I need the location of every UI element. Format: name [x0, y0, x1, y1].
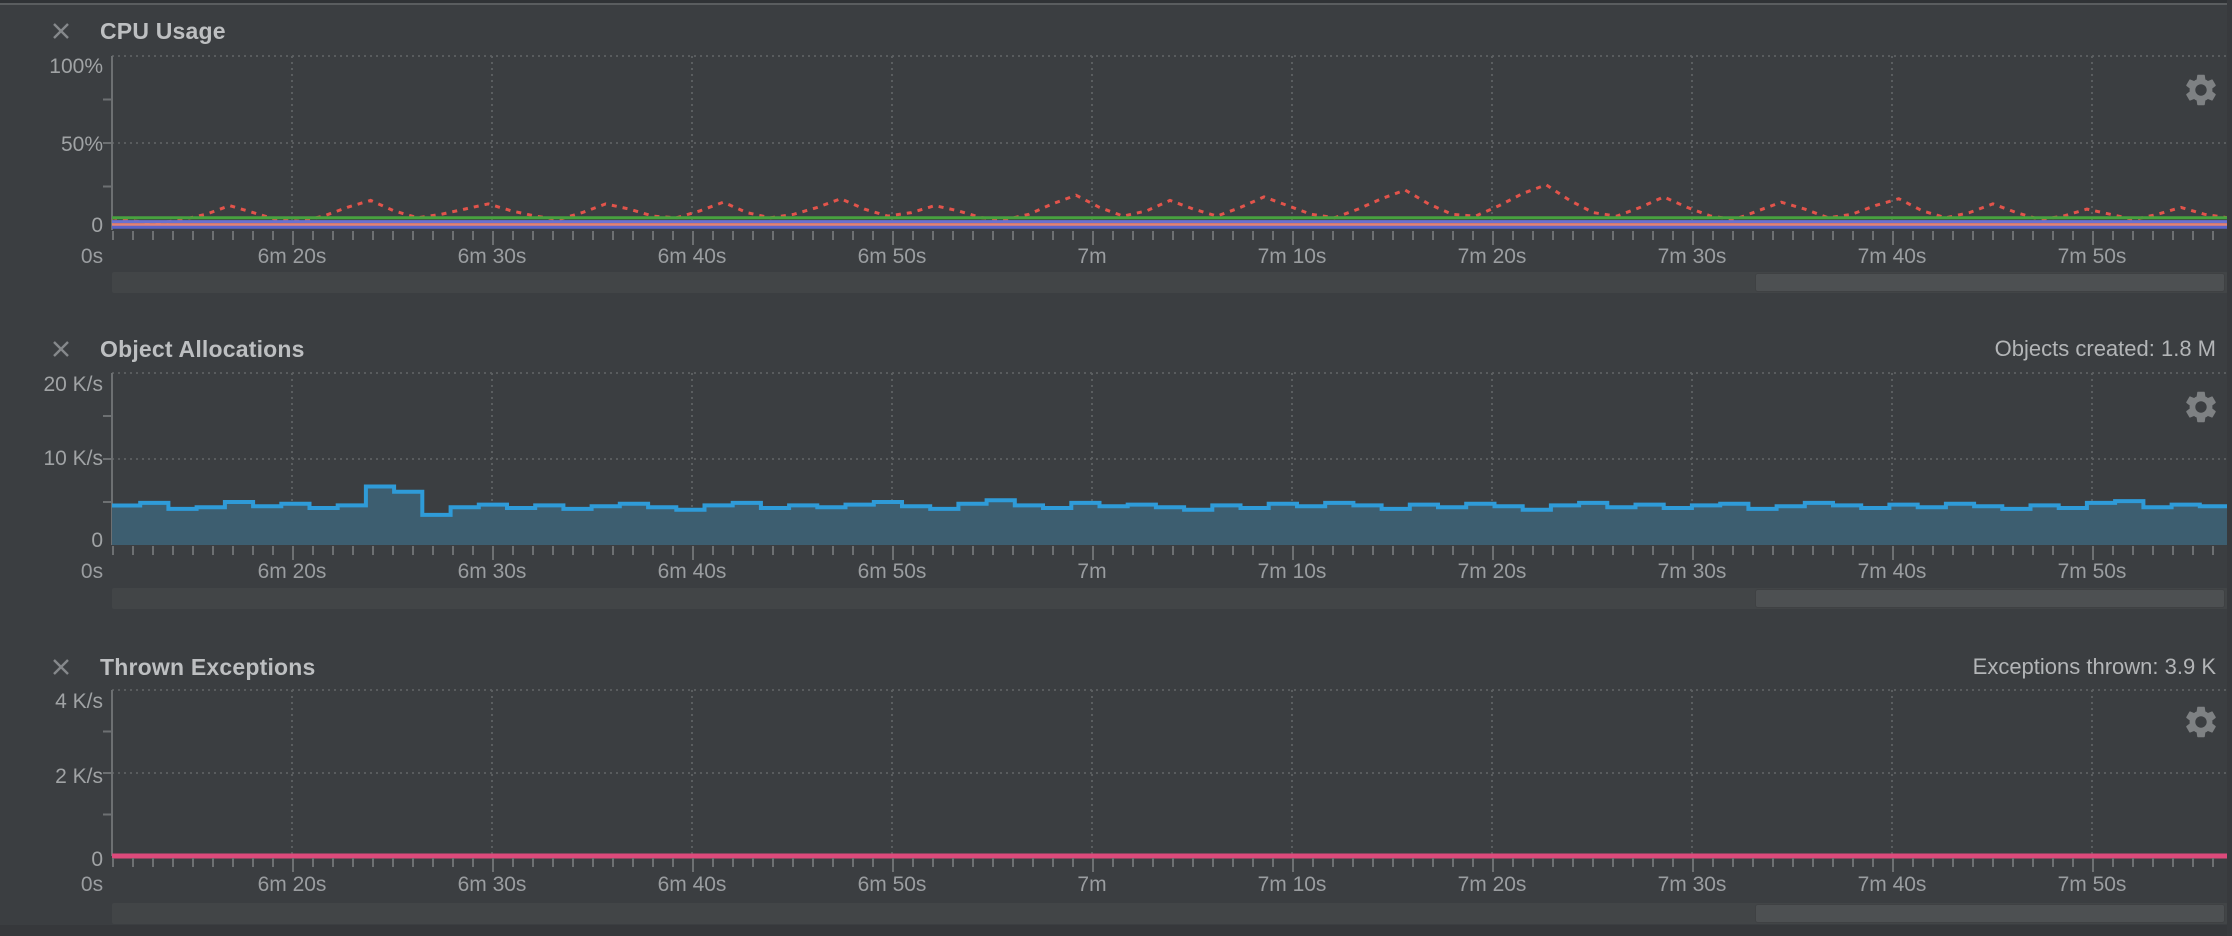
- x-axis-label: 6m 30s: [458, 244, 527, 270]
- x-axis-label: 6m 40s: [658, 559, 727, 585]
- y-axis-label: 0: [0, 847, 103, 873]
- x-axis-label: 7m 50s: [2058, 244, 2127, 270]
- settings-gear-icon[interactable]: [2182, 703, 2220, 741]
- right-edge: [2227, 0, 2232, 936]
- x-axis-label: 6m 20s: [258, 872, 327, 898]
- x-axis-label: 6m 50s: [858, 872, 927, 898]
- timeline-scrollbar[interactable]: [112, 903, 2228, 924]
- timeline-scrollbar[interactable]: [112, 588, 2228, 609]
- x-axis-label: 7m 30s: [1658, 559, 1727, 585]
- profiler-telemetry-view: CPU Usage Object Allocations Objects cre…: [0, 0, 2232, 936]
- x-axis-label: 7m 20s: [1458, 872, 1527, 898]
- x-axis-label: 6m 40s: [658, 244, 727, 270]
- object-allocations-title: Object Allocations: [100, 336, 305, 363]
- objects-created-stat: Objects created: 1.8 M: [1995, 336, 2216, 362]
- close-x-glyph: [51, 657, 71, 677]
- y-axis-label: 100%: [0, 54, 103, 80]
- x-axis-label: 7m 40s: [1858, 559, 1927, 585]
- close-icon[interactable]: [48, 18, 74, 44]
- thrown-exceptions-chart[interactable]: [103, 690, 2230, 856]
- x-axis-label: 7m 10s: [1258, 872, 1327, 898]
- y-axis-label: 10 K/s: [0, 446, 103, 472]
- y-axis-label: 2 K/s: [0, 764, 103, 790]
- x-axis-label: 6m 50s: [858, 244, 927, 270]
- y-axis-label: 20 K/s: [0, 372, 103, 398]
- x-axis-label: 7m: [1077, 244, 1106, 270]
- exceptions-thrown-stat: Exceptions thrown: 3.9 K: [1973, 654, 2216, 680]
- y-axis-label: 0: [0, 213, 103, 239]
- x-axis-label: 7m 10s: [1258, 244, 1327, 270]
- close-icon[interactable]: [48, 336, 74, 362]
- y-axis-label: 4 K/s: [0, 689, 103, 715]
- gear-glyph: [2182, 388, 2220, 426]
- close-icon[interactable]: [48, 654, 74, 680]
- x-axis-label: 7m 50s: [2058, 872, 2127, 898]
- major-ticks-row: [112, 546, 2228, 560]
- x-axis-label: 7m 30s: [1658, 872, 1727, 898]
- x-axis-label: 7m 50s: [2058, 559, 2127, 585]
- x-axis-label: 6m 30s: [458, 872, 527, 898]
- x-axis-label: 7m: [1077, 872, 1106, 898]
- x-axis-label: 0s: [81, 559, 103, 585]
- close-x-glyph: [51, 339, 71, 359]
- x-axis-label: 7m 20s: [1458, 559, 1527, 585]
- settings-gear-icon[interactable]: [2182, 388, 2220, 426]
- x-axis-label: 7m 40s: [1858, 872, 1927, 898]
- x-axis-label: 7m 40s: [1858, 244, 1927, 270]
- close-x-glyph: [51, 21, 71, 41]
- cpu-usage-title: CPU Usage: [100, 18, 226, 45]
- x-axis-label: 7m 20s: [1458, 244, 1527, 270]
- x-axis-label: 7m 10s: [1258, 559, 1327, 585]
- x-axis-label: 6m 50s: [858, 559, 927, 585]
- scrollbar-thumb[interactable]: [1755, 589, 2225, 608]
- scrollbar-thumb[interactable]: [1755, 904, 2225, 923]
- scrollbar-thumb[interactable]: [1755, 273, 2225, 292]
- object-allocations-chart[interactable]: [103, 373, 2230, 545]
- gear-glyph: [2182, 71, 2220, 109]
- x-axis-label: 0s: [81, 872, 103, 898]
- thrown-exceptions-title: Thrown Exceptions: [100, 654, 316, 681]
- x-axis-label: 6m 20s: [258, 559, 327, 585]
- bottom-divider: [0, 925, 2232, 936]
- x-axis-label: 7m: [1077, 559, 1106, 585]
- settings-gear-icon[interactable]: [2182, 71, 2220, 109]
- y-axis-label: 50%: [0, 132, 103, 158]
- major-ticks-row: [112, 858, 2228, 872]
- y-axis-label: 0: [0, 528, 103, 554]
- charts-canvas[interactable]: [0, 0, 2232, 936]
- x-axis-label: 7m 30s: [1658, 244, 1727, 270]
- x-axis-label: 6m 40s: [658, 872, 727, 898]
- x-axis-label: 6m 30s: [458, 559, 527, 585]
- timeline-scrollbar[interactable]: [112, 272, 2228, 293]
- cpu-usage-chart[interactable]: [103, 56, 2230, 230]
- x-axis-label: 6m 20s: [258, 244, 327, 270]
- x-axis-label: 0s: [81, 244, 103, 270]
- major-ticks-row: [112, 231, 2228, 245]
- gear-glyph: [2182, 703, 2220, 741]
